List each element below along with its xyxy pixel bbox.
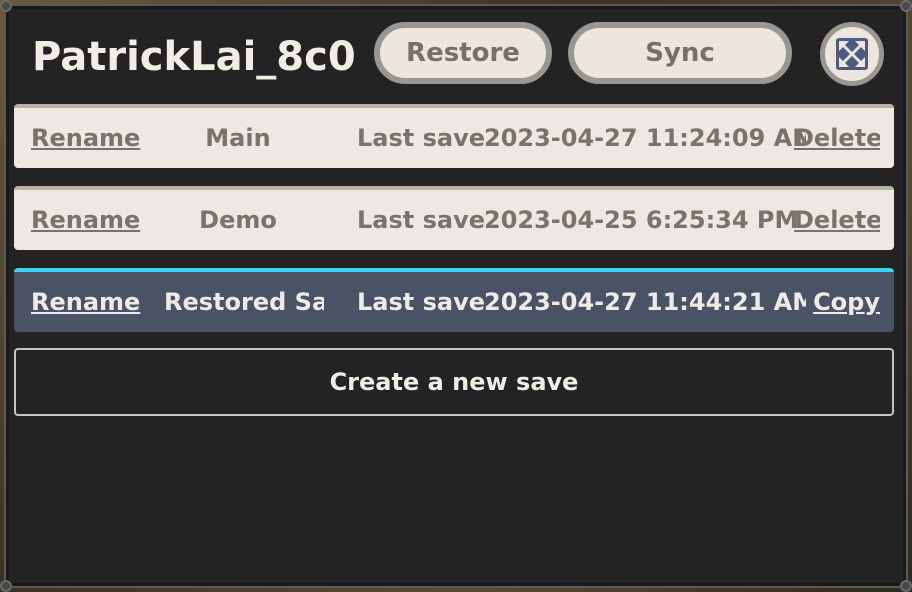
last-saved-label: Last saved: [357, 206, 485, 234]
save-name: Restored Save: [164, 288, 324, 316]
save-name: Demo: [199, 206, 277, 234]
close-button[interactable]: [820, 22, 884, 86]
panel-header: PatrickLai_8c0 Restore Sync: [6, 6, 906, 106]
rename-link[interactable]: Rename: [31, 190, 141, 250]
last-saved-label: Last saved: [357, 288, 485, 316]
rename-link[interactable]: Rename: [31, 108, 141, 168]
rename-link[interactable]: Rename: [31, 272, 141, 332]
account-title: PatrickLai_8c0: [32, 34, 354, 80]
corner-ornament: [0, 580, 12, 592]
last-saved-timestamp: 2023-04-27 11:44:21 AM: [484, 288, 806, 316]
save-row-main: Rename Main Last saved 2023-04-27 11:24:…: [14, 104, 894, 168]
sync-button[interactable]: Sync: [568, 22, 792, 84]
delete-link[interactable]: Delete: [794, 190, 880, 250]
restore-button[interactable]: Restore: [374, 22, 552, 84]
last-saved-timestamp: 2023-04-27 11:24:09 AM: [484, 124, 806, 152]
last-saved-timestamp: 2023-04-25 6:25:34 PM: [484, 206, 799, 234]
save-name: Main: [205, 124, 271, 152]
corner-ornament: [900, 580, 912, 592]
save-row-demo: Rename Demo Last saved 2023-04-25 6:25:3…: [14, 186, 894, 250]
copy-link[interactable]: Copy: [794, 272, 880, 332]
close-icon: [836, 38, 868, 70]
save-row-restored: Rename Restored Save Last saved 2023-04-…: [14, 268, 894, 332]
save-manager-panel: PatrickLai_8c0 Restore Sync Rename Main …: [0, 0, 912, 592]
delete-link[interactable]: Delete: [794, 108, 880, 168]
create-new-save-button[interactable]: Create a new save: [14, 348, 894, 416]
last-saved-label: Last saved: [357, 124, 485, 152]
